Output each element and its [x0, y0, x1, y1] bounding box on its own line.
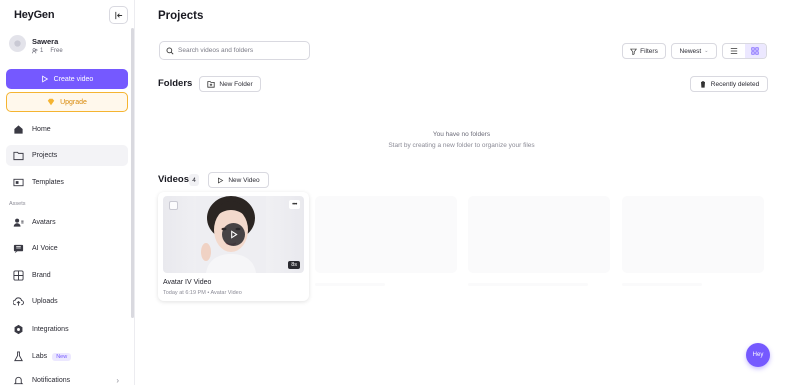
placeholder-line — [622, 283, 702, 286]
video-meta: Today at 6:19 PM • Avatar Video — [163, 290, 242, 296]
create-video-button[interactable]: Create video — [6, 69, 128, 89]
sidebar-item-templates[interactable]: Templates — [6, 172, 128, 193]
new-badge: New — [52, 352, 72, 361]
more-icon: ••• — [292, 201, 297, 208]
placeholder-line — [315, 283, 385, 286]
sidebar-item-label: Brand — [32, 272, 51, 279]
home-icon — [14, 125, 23, 134]
video-thumbnail[interactable]: ••• 8s — [163, 196, 304, 273]
sidebar-item-home[interactable]: Home — [6, 119, 128, 140]
new-video-button[interactable]: New Video — [208, 172, 269, 188]
folders-heading: Folders — [158, 78, 193, 89]
main-content: Projects Filters Newest ⌄ Folders New Fo… — [135, 0, 788, 385]
sidebar-item-integrations[interactable]: Integrations — [6, 319, 128, 340]
filters-button[interactable]: Filters — [622, 43, 666, 59]
new-video-icon — [218, 176, 224, 184]
heygen-logo[interactable]: HeyGen — [14, 9, 55, 21]
sort-label: Newest — [679, 47, 702, 55]
view-toggle — [722, 43, 767, 59]
more-options-button[interactable]: ••• — [289, 200, 300, 209]
placeholder-card — [468, 196, 610, 273]
voice-icon — [13, 244, 24, 254]
trash-icon — [699, 81, 706, 88]
search-input[interactable] — [178, 47, 308, 54]
brand-icon — [13, 270, 24, 281]
avatar — [9, 35, 26, 52]
bell-icon — [13, 376, 24, 385]
create-video-icon — [41, 75, 48, 83]
plan-label: Free — [50, 48, 63, 54]
new-folder-label: New Folder — [219, 80, 253, 88]
integrations-icon — [14, 324, 23, 335]
duration-badge: 8s — [288, 261, 300, 269]
sidebar-item-projects[interactable]: Projects — [6, 145, 128, 166]
play-button[interactable] — [222, 223, 245, 246]
sidebar-item-avatars[interactable]: Avatars — [6, 212, 128, 233]
chevron-right-icon: › — [116, 376, 119, 385]
placeholder-card — [622, 196, 764, 273]
sidebar-item-label: Labs — [32, 353, 48, 360]
user-plan: 1 Free — [32, 48, 63, 54]
assets-section-label: Assets — [9, 201, 26, 207]
list-icon — [730, 48, 737, 54]
labs-icon — [14, 351, 23, 362]
filter-icon — [630, 48, 638, 55]
video-card[interactable]: ••• 8s Avatar IV Video Today at 6:19 PM … — [158, 192, 309, 301]
sidebar-item-label: Projects — [32, 152, 58, 159]
grid-icon — [751, 47, 759, 55]
sidebar-item-label: Notifications — [32, 377, 71, 384]
filters-label: Filters — [640, 47, 658, 55]
collapse-sidebar-button[interactable] — [109, 6, 128, 24]
sidebar-item-ai-voice[interactable]: AI Voice — [6, 238, 128, 259]
placeholder-line — [468, 283, 588, 286]
user-name: Sawera — [32, 37, 59, 46]
videos-count-badge: 4 — [189, 174, 199, 186]
videos-heading: Videos — [158, 174, 189, 185]
list-view-button[interactable] — [723, 44, 745, 58]
page-title: Projects — [158, 10, 204, 22]
folder-add-icon — [207, 81, 215, 88]
sidebar: HeyGen Sawera 1 Free Create video Upgrad… — [0, 0, 135, 385]
placeholder-card — [315, 196, 457, 273]
upgrade-label: Upgrade — [60, 98, 87, 106]
sidebar-item-notifications[interactable]: Notifications › — [6, 370, 128, 385]
user-avatar-icon — [14, 40, 21, 47]
collapse-icon — [115, 11, 123, 19]
seats-icon — [32, 48, 38, 54]
recently-deleted-label: Recently deleted — [710, 80, 760, 88]
sort-dropdown[interactable]: Newest ⌄ — [671, 43, 717, 59]
sidebar-item-label: Integrations — [32, 326, 69, 333]
sidebar-item-label: Templates — [32, 179, 64, 186]
empty-folders-title: You have no folders — [432, 131, 491, 138]
grid-view-button[interactable] — [744, 44, 766, 58]
folder-icon — [13, 151, 24, 161]
template-icon — [13, 178, 24, 187]
sidebar-item-labs[interactable]: Labs New — [6, 346, 128, 367]
diamond-icon — [47, 98, 55, 106]
sidebar-scrollbar[interactable] — [131, 28, 134, 318]
avatar-icon — [13, 218, 24, 227]
empty-folders-subtitle: Start by creating a new folder to organi… — [388, 142, 535, 149]
play-icon — [231, 230, 238, 239]
search-box[interactable] — [159, 41, 310, 60]
sidebar-item-label: Uploads — [32, 298, 58, 305]
search-icon — [166, 47, 174, 55]
sidebar-item-uploads[interactable]: Uploads — [6, 291, 128, 312]
video-title[interactable]: Avatar IV Video — [163, 279, 211, 286]
new-folder-button[interactable]: New Folder — [199, 76, 261, 92]
new-video-label: New Video — [228, 176, 260, 184]
recently-deleted-button[interactable]: Recently deleted — [690, 76, 768, 92]
seat-count: 1 — [40, 48, 44, 54]
upgrade-button[interactable]: Upgrade — [6, 92, 128, 112]
upload-icon — [13, 297, 24, 306]
sidebar-item-label: Home — [32, 126, 51, 133]
sidebar-item-label: AI Voice — [32, 245, 58, 252]
sidebar-item-brand[interactable]: Brand — [6, 265, 128, 286]
select-checkbox[interactable] — [169, 201, 178, 210]
create-video-label: Create video — [53, 75, 94, 83]
user-profile[interactable]: Sawera 1 Free — [9, 35, 63, 54]
chat-assistant-button[interactable]: Hey — [746, 343, 770, 367]
chevron-down-icon: ⌄ — [704, 48, 709, 54]
sidebar-item-label: Avatars — [32, 219, 56, 226]
